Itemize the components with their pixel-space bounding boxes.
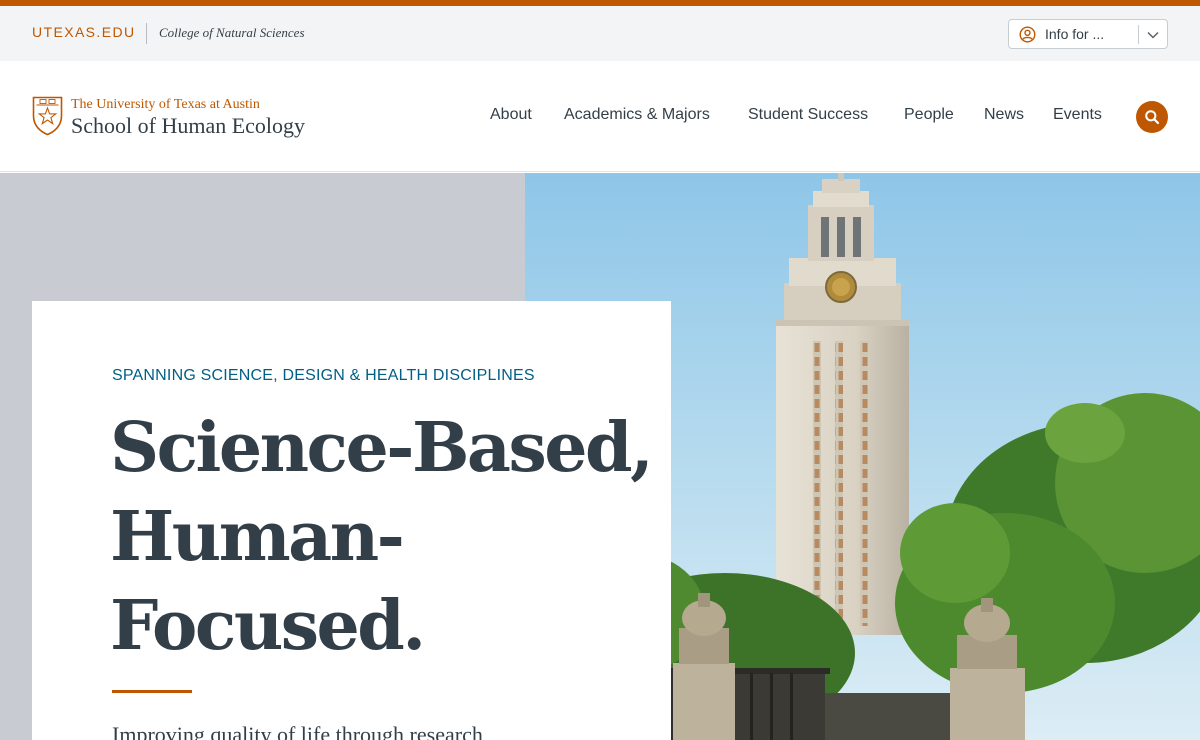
nav-item-about[interactable]: About (490, 106, 532, 124)
hero-headline: Science-Based, Human- Focused. (110, 404, 654, 671)
hero-card: SPANNING SCIENCE, DESIGN & HEALTH DISCIP… (32, 301, 671, 740)
site-header: The University of Texas at Austin School… (0, 61, 1200, 172)
hero-lead-text: Improving quality of life through resear… (112, 722, 483, 740)
hero-section: SPANNING SCIENCE, DESIGN & HEALTH DISCIP… (0, 173, 1200, 740)
search-button[interactable] (1136, 101, 1168, 133)
utility-bar: UTEXAS.EDU College of Natural Sciences I… (0, 6, 1200, 61)
utility-divider (146, 23, 147, 44)
college-link[interactable]: College of Natural Sciences (159, 25, 305, 41)
hero-divider (112, 690, 192, 693)
utexas-link[interactable]: UTEXAS.EDU (32, 24, 135, 40)
logo-university-name: The University of Texas at Austin (71, 97, 260, 112)
search-icon (1145, 110, 1160, 125)
chevron-down-icon (1146, 28, 1160, 42)
nav-item-people[interactable]: People (904, 106, 954, 124)
headline-line: Science-Based, (110, 408, 654, 488)
nav-item-events[interactable]: Events (1053, 106, 1102, 124)
nav-item-academics-majors[interactable]: Academics & Majors (564, 106, 710, 124)
user-circle-icon (1019, 26, 1036, 43)
nav-item-student-success[interactable]: Student Success (748, 106, 868, 124)
logo-school-name: School of Human Ecology (71, 113, 306, 138)
info-for-dropdown[interactable]: Info for ... (1008, 19, 1168, 49)
hero-eyebrow: SPANNING SCIENCE, DESIGN & HEALTH DISCIP… (112, 367, 535, 384)
ut-seal-icon (32, 96, 63, 136)
dropdown-separator (1138, 25, 1139, 44)
headline-line: Human- (110, 497, 405, 577)
info-for-label: Info for ... (1045, 26, 1105, 42)
nav-item-news[interactable]: News (984, 106, 1024, 124)
headline-line: Focused. (110, 586, 426, 666)
